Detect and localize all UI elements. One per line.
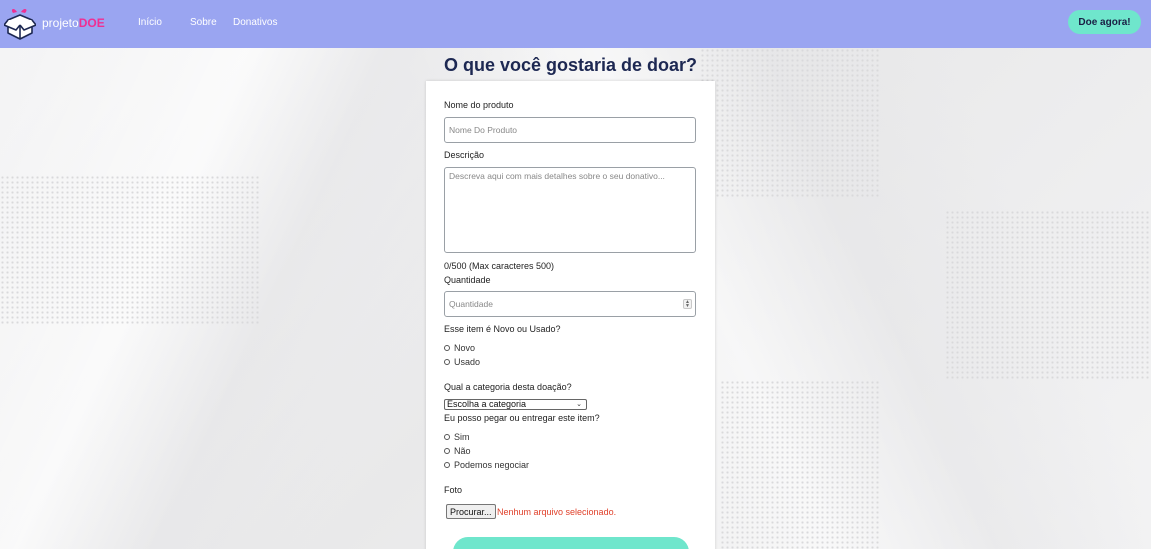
browse-file-button[interactable]: Procurar... — [446, 504, 496, 519]
brand-suffix: DOE — [78, 16, 105, 30]
category-select[interactable]: Escolha a categoria ⌄ — [444, 399, 587, 410]
photo-label: Foto — [444, 485, 463, 495]
condition-option-label: Novo — [454, 343, 476, 353]
page-title: O que você gostaria de doar? — [443, 55, 698, 75]
product-name-input[interactable]: Nome Do Produto — [444, 117, 696, 143]
brand-logo-text[interactable]: projetoDOE — [42, 16, 105, 30]
radio-icon[interactable] — [444, 462, 450, 468]
product-name-placeholder: Nome Do Produto — [449, 125, 518, 135]
nav-link-donativos[interactable]: Donativos — [233, 17, 277, 28]
dot-pattern — [945, 210, 1151, 380]
category-selected: Escolha a categoria — [447, 399, 527, 409]
donate-now-button[interactable]: Doe agora! — [1068, 10, 1141, 34]
condition-option-usado[interactable]: Usado — [444, 357, 480, 367]
quantity-input[interactable]: Quantidade ▲ ▼ — [444, 291, 696, 317]
delivery-option-label: Podemos negociar — [454, 460, 530, 470]
description-placeholder: Descreva aqui com mais detalhes sobre o … — [449, 171, 665, 181]
radio-icon[interactable] — [444, 359, 450, 365]
quantity-stepper-icon[interactable]: ▲ ▼ — [683, 299, 692, 309]
quantity-placeholder: Quantidade — [449, 299, 493, 309]
delivery-option-sim[interactable]: Sim — [444, 432, 470, 442]
delivery-question: Eu posso pegar ou entregar este item? — [444, 413, 600, 423]
condition-question: Esse item é Novo ou Usado? — [444, 324, 561, 334]
condition-option-novo[interactable]: Novo — [444, 343, 475, 353]
delivery-option-label: Sim — [454, 432, 470, 442]
product-name-label: Nome do produto — [444, 100, 514, 110]
radio-icon[interactable] — [444, 345, 450, 351]
nav-link-sobre[interactable]: Sobre — [190, 17, 217, 28]
condition-option-label: Usado — [454, 357, 481, 367]
description-textarea[interactable]: Descreva aqui com mais detalhes sobre o … — [444, 167, 696, 253]
chevron-down-icon: ⌄ — [576, 401, 582, 408]
delivery-option-label: Não — [454, 446, 471, 456]
character-counter: 0/500 (Max caracteres 500) — [444, 261, 555, 271]
delivery-option-nao[interactable]: Não — [444, 446, 471, 456]
category-question: Qual a categoria desta doação? — [444, 382, 572, 392]
delivery-option-negociar[interactable]: Podemos negociar — [444, 460, 529, 470]
dot-pattern — [0, 175, 260, 325]
donation-form-card: Nome do produto Nome Do Produto Descriçã… — [426, 81, 715, 549]
gift-box-icon[interactable] — [4, 6, 36, 42]
file-status: Nenhum arquivo selecionado. — [497, 507, 617, 517]
description-label: Descrição — [444, 150, 485, 160]
navbar: projetoDOE Início Sobre Donativos Doe ag… — [0, 0, 1151, 48]
nav-link-inicio[interactable]: Início — [138, 17, 162, 28]
radio-icon[interactable] — [444, 434, 450, 440]
dot-pattern — [720, 380, 880, 549]
brand-prefix: projeto — [42, 16, 79, 30]
radio-icon[interactable] — [444, 448, 450, 454]
quantity-label: Quantidade — [444, 275, 491, 285]
submit-button[interactable] — [453, 537, 689, 549]
